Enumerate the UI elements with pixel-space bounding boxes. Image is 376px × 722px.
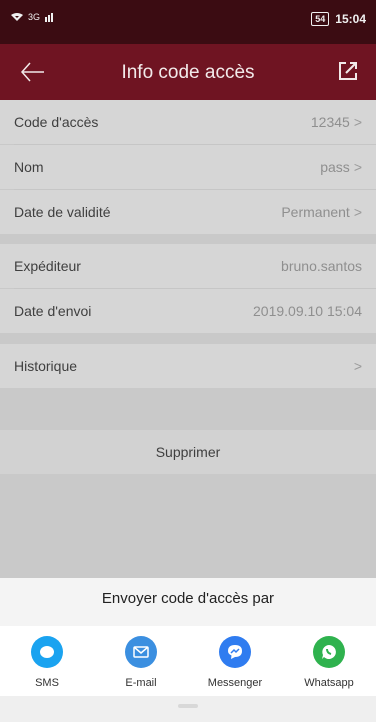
chevron-right-icon: >: [353, 358, 362, 374]
delete-button[interactable]: Supprimer: [0, 430, 376, 474]
share-options: SMS E-mail Messenger Whatsapp: [0, 626, 376, 696]
whatsapp-label: Whatsapp: [304, 677, 354, 689]
share-option-email[interactable]: E-mail: [96, 626, 186, 689]
validity-value-wrap: Permanent >: [281, 204, 362, 220]
email-label: E-mail: [125, 677, 157, 689]
app-header: Info code accès: [0, 44, 376, 100]
sheet-bottom: [0, 696, 376, 722]
name-label: Nom: [14, 159, 44, 175]
row-name[interactable]: Nom pass >: [0, 145, 376, 189]
messenger-label: Messenger: [207, 677, 263, 689]
edit-icon[interactable]: [336, 59, 360, 83]
chevron-right-icon: >: [353, 204, 362, 220]
status-right: 54 15:04: [311, 12, 366, 26]
chevron-right-icon: >: [353, 114, 362, 130]
signal-icon: [45, 13, 54, 22]
row-access-code[interactable]: Code d'accès 12345 >: [0, 100, 376, 144]
delete-label: Supprimer: [155, 444, 221, 460]
share-option-sms[interactable]: SMS: [2, 626, 92, 689]
status-left: 3G: [10, 12, 54, 22]
chevron-right-icon: >: [353, 159, 362, 175]
sms-icon: [31, 636, 63, 668]
row-sender: Expéditeur bruno.santos: [0, 244, 376, 288]
name-value-wrap: pass >: [320, 159, 362, 175]
email-icon: [125, 636, 157, 668]
status-bar: 3G 54 15:04: [0, 0, 376, 44]
messenger-icon: [219, 636, 251, 668]
status-time: 15:04: [335, 12, 366, 26]
network-type: 3G: [28, 12, 41, 22]
send-date-label: Date d'envoi: [14, 303, 92, 319]
share-sheet: Envoyer code d'accès par SMS E-mail Mess…: [0, 578, 376, 722]
send-date-value: 2019.09.10 15:04: [253, 303, 362, 319]
share-option-whatsapp[interactable]: Whatsapp: [284, 626, 374, 689]
access-code-label: Code d'accès: [14, 114, 99, 130]
history-label: Historique: [14, 358, 78, 374]
wifi-icon: [11, 13, 23, 21]
validity-label: Date de validité: [14, 204, 111, 220]
row-send-date: Date d'envoi 2019.09.10 15:04: [0, 289, 376, 333]
validity-value: Permanent: [281, 204, 350, 220]
sheet-handle: [178, 704, 198, 708]
row-validity[interactable]: Date de validité Permanent >: [0, 190, 376, 234]
sender-value: bruno.santos: [281, 258, 362, 274]
sender-label: Expéditeur: [14, 258, 81, 274]
row-history[interactable]: Historique >: [0, 344, 376, 388]
page-title: Info code accès: [121, 62, 255, 83]
name-value: pass: [320, 159, 350, 175]
content-area: Code d'accès 12345 > Nom pass > Date de …: [0, 100, 376, 578]
history-chevron-wrap: >: [354, 358, 362, 374]
battery-indicator: 54: [311, 12, 330, 26]
access-code-value-wrap: 12345 >: [311, 114, 362, 130]
share-option-messenger[interactable]: Messenger: [190, 626, 280, 689]
access-code-value: 12345: [310, 114, 350, 130]
share-sheet-title: Envoyer code d'accès par: [101, 590, 275, 607]
whatsapp-icon: [313, 636, 345, 668]
sms-label: SMS: [35, 677, 59, 689]
